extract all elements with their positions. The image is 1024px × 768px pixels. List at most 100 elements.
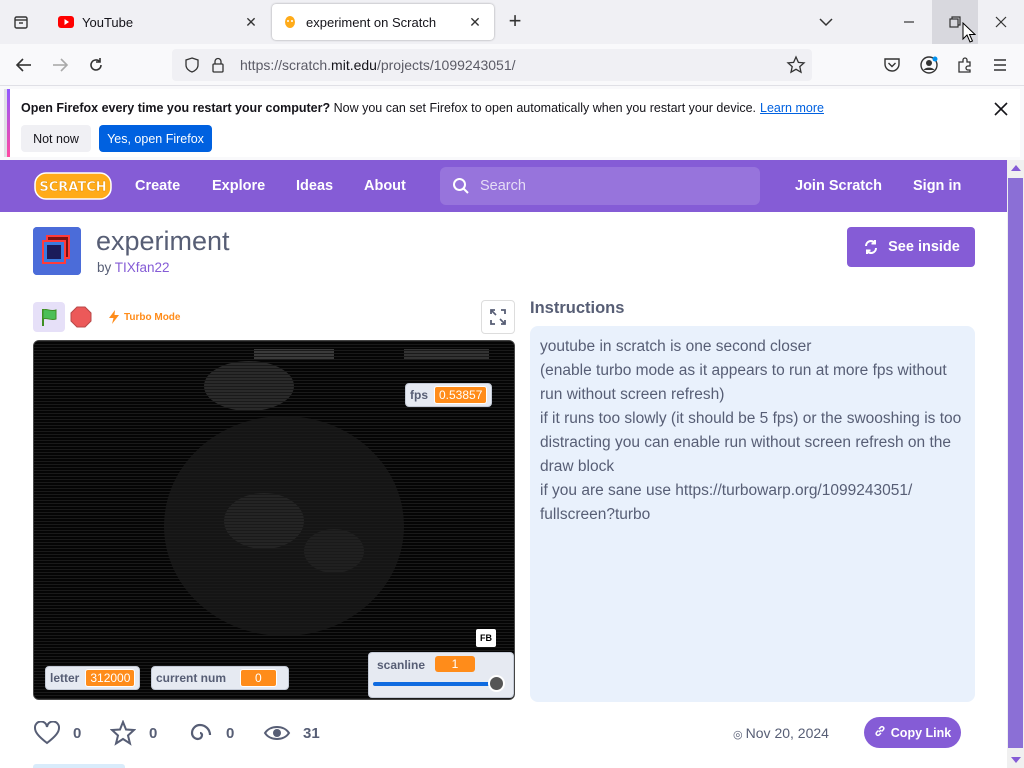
join-scratch-link[interactable]: Join Scratch: [795, 160, 882, 212]
turbo-mode-label: Turbo Mode: [124, 311, 181, 323]
url-bar[interactable]: https://scratch.mit.edu/projects/1099243…: [172, 49, 812, 81]
tab-youtube[interactable]: YouTube ✕: [48, 4, 270, 40]
next-section-peek: [33, 764, 125, 768]
copy-link-button[interactable]: Copy Link: [864, 717, 961, 748]
tab-list-icon[interactable]: [0, 0, 42, 44]
search-input[interactable]: Search: [440, 167, 760, 205]
minimize-icon[interactable]: [886, 0, 932, 44]
close-tab-icon[interactable]: ✕: [466, 13, 484, 31]
browser-tabbar: YouTube ✕ experiment on Scratch ✕ +: [0, 0, 1024, 44]
forward-arrow-icon[interactable]: [46, 52, 74, 78]
chevron-down-icon[interactable]: [814, 12, 838, 32]
lock-icon[interactable]: [208, 55, 228, 75]
nav-explore[interactable]: Explore: [212, 160, 265, 212]
author-link[interactable]: TIXfan22: [115, 260, 170, 275]
tab-scratch[interactable]: experiment on Scratch ✕: [272, 4, 494, 40]
calendar-icon: ◎: [733, 729, 746, 741]
new-tab-button[interactable]: +: [503, 10, 527, 34]
browser-navbar: https://scratch.mit.edu/projects/1099243…: [0, 44, 1024, 86]
back-arrow-icon[interactable]: [10, 52, 38, 78]
link-icon: [874, 725, 886, 740]
stop-sign-icon[interactable]: [70, 306, 92, 328]
shield-icon[interactable]: [182, 55, 202, 75]
scrollbar-thumb[interactable]: [1008, 178, 1023, 748]
eye-icon: [263, 719, 291, 747]
learn-more-link[interactable]: Learn more: [760, 101, 824, 115]
search-icon: [453, 178, 469, 194]
fb-badge: FB: [476, 629, 496, 647]
notification-message: Open Firefox every time you restart your…: [21, 101, 824, 115]
nav-ideas[interactable]: Ideas: [296, 160, 333, 212]
share-date: ◎ Nov 20, 2024: [733, 725, 829, 741]
project-stage[interactable]: fps 0.53857 FB letter 312000 current num…: [33, 340, 515, 700]
current-num-label: current num: [156, 671, 227, 685]
letter-value: 312000: [85, 669, 136, 687]
menu-icon[interactable]: [989, 54, 1011, 76]
instruction-line: (enable turbo mode as it appears to run …: [540, 362, 947, 403]
scratch-cat-icon: [282, 14, 298, 30]
page-scrollbar[interactable]: [1007, 160, 1024, 768]
see-inside-button[interactable]: See inside: [847, 227, 975, 267]
favorite-count: 0: [149, 724, 158, 742]
remix-count: 0: [226, 724, 235, 742]
turbo-mode-indicator: Turbo Mode: [108, 310, 180, 324]
scanline-value: 1: [435, 656, 475, 672]
scanline-slider-track[interactable]: [373, 682, 499, 686]
views-stat: 31: [263, 718, 320, 748]
instructions-box: youtube in scratch is one second closer …: [530, 326, 975, 702]
project-thumbnail: [33, 227, 81, 275]
sign-in-link[interactable]: Sign in: [913, 160, 961, 212]
tab-title: experiment on Scratch: [306, 14, 437, 30]
remix-arrows-icon: [865, 240, 878, 254]
url-text: https://scratch.mit.edu/projects/1099243…: [240, 57, 516, 73]
nav-create[interactable]: Create: [135, 160, 180, 212]
pocket-icon[interactable]: [881, 54, 903, 76]
fps-value: 0.53857: [434, 386, 488, 404]
account-icon[interactable]: [918, 54, 940, 76]
green-flag-icon[interactable]: [33, 302, 65, 332]
see-inside-label: See inside: [888, 239, 960, 255]
lightning-icon: [109, 310, 119, 324]
project-title: experiment: [96, 226, 230, 256]
notification-bar: Open Firefox every time you restart your…: [4, 89, 1020, 157]
scanline-monitor: scanline 1: [368, 652, 514, 698]
scroll-up-arrow-icon[interactable]: [1007, 160, 1024, 176]
svg-text:SCRATCH: SCRATCH: [39, 180, 106, 195]
fullscreen-icon[interactable]: [481, 300, 515, 334]
remix-stat: 0: [186, 718, 234, 748]
love-count: 0: [73, 724, 82, 742]
reload-icon[interactable]: [82, 52, 110, 78]
close-tab-icon[interactable]: ✕: [242, 13, 260, 31]
views-count: 31: [303, 724, 320, 742]
search-placeholder: Search: [480, 178, 526, 194]
extensions-icon[interactable]: [954, 54, 976, 76]
scratch-navbar: SCRATCH Create Explore Ideas About Searc…: [0, 160, 1007, 212]
spiral-icon: [186, 719, 214, 747]
close-icon[interactable]: [991, 99, 1011, 119]
youtube-icon: [58, 14, 74, 30]
current-num-monitor: current num 0: [151, 666, 289, 690]
love-stat[interactable]: 0: [33, 718, 81, 748]
scroll-down-arrow-icon[interactable]: [1007, 752, 1024, 768]
window-close-icon[interactable]: [978, 0, 1024, 44]
star-icon: [109, 719, 137, 747]
fps-label: fps: [410, 388, 428, 402]
scanline-label: scanline: [377, 658, 426, 672]
current-num-value: 0: [240, 669, 277, 687]
favorite-stat[interactable]: 0: [109, 718, 157, 748]
mouse-pointer-icon: [962, 21, 977, 44]
nav-about[interactable]: About: [364, 160, 406, 212]
scratch-logo[interactable]: SCRATCH: [34, 172, 112, 200]
not-now-button[interactable]: Not now: [21, 125, 91, 152]
tab-title: YouTube: [82, 14, 134, 30]
bookmark-star-icon[interactable]: [786, 55, 806, 75]
letter-label: letter: [50, 671, 80, 685]
fps-monitor: fps 0.53857: [405, 383, 493, 407]
instruction-line: if you are sane use https://turbowarp.or…: [540, 482, 913, 523]
share-date-text: Nov 20, 2024: [745, 725, 829, 741]
copy-link-label: Copy Link: [890, 725, 952, 740]
scanline-slider-knob[interactable]: [487, 675, 505, 692]
yes-open-firefox-button[interactable]: Yes, open Firefox: [99, 125, 212, 152]
letter-monitor: letter 312000: [45, 666, 141, 690]
project-author: by TIXfan22: [97, 260, 170, 275]
